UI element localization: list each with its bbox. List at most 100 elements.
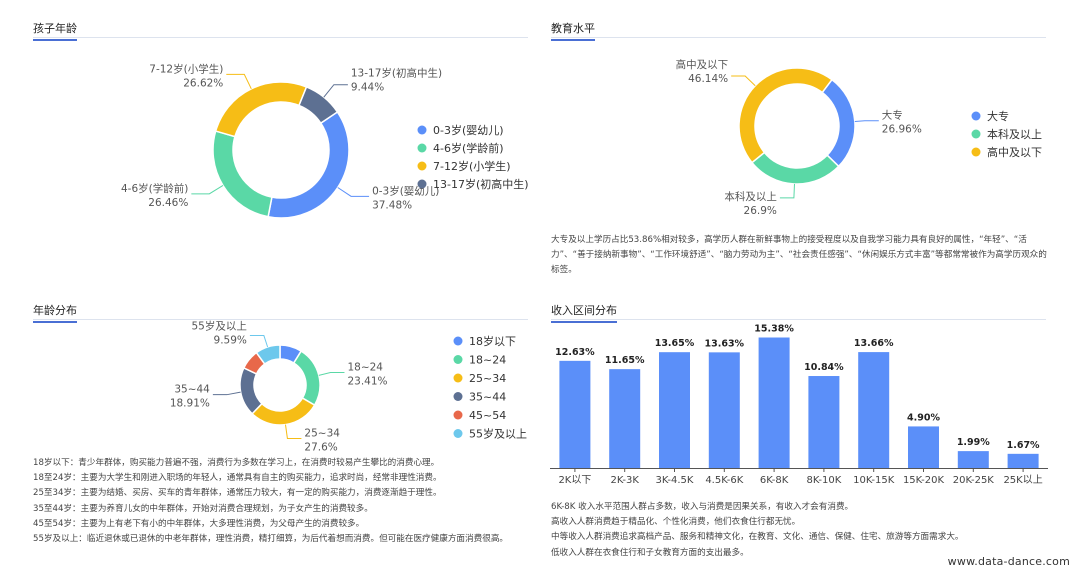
legend-marker xyxy=(417,125,427,135)
pie-slice xyxy=(267,110,350,219)
description-line: 18岁以下：青少年群体，购买能力普遍不强，消费行为多数在学习上，在消费时较易产生… xyxy=(33,458,440,468)
legend-marker xyxy=(971,129,981,139)
description-line: 45至54岁：主要为上有老下有小的中年群体，大多理性消费，为父母产生的消费较多。 xyxy=(33,518,365,529)
watermark: www.data-dance.com xyxy=(947,555,1070,568)
bar-value-label: 13.66% xyxy=(854,338,894,349)
legend-marker xyxy=(417,143,427,153)
pie-slice xyxy=(251,397,316,426)
income-bar xyxy=(708,352,740,468)
age-dist-description: 18岁以下：青少年群体，购买能力普遍不强，消费行为多数在学习上，在消费时较易产生… xyxy=(33,456,528,547)
legend-label: 7-12岁(小学生) xyxy=(433,159,511,173)
bar-value-label: 15.38% xyxy=(754,324,794,335)
slice-label: 55岁及以上 xyxy=(192,320,247,333)
legend-marker xyxy=(453,392,463,401)
slice-label: 0-3岁(婴幼儿) xyxy=(372,184,439,197)
label-leader xyxy=(779,183,795,199)
income-bar xyxy=(808,376,840,468)
legend-label: 13-17岁(初高中生) xyxy=(433,177,529,191)
pie-slice xyxy=(239,366,263,415)
pie-slice xyxy=(821,78,856,168)
bar-value-label: 13.63% xyxy=(705,338,745,349)
legend-marker xyxy=(453,410,463,420)
x-tick-label: 20K-25K xyxy=(953,475,995,486)
pie-slice xyxy=(738,67,833,164)
bar-value-label: 10.84% xyxy=(804,362,844,373)
income-bar xyxy=(609,369,641,468)
legend-label: 55岁及以上 xyxy=(469,427,527,441)
slice-label: 13-17岁(初高中生) xyxy=(351,67,442,80)
x-tick-label: 3K-4.5K xyxy=(656,475,694,486)
legend-label: 25~34 xyxy=(469,372,506,385)
income-bar xyxy=(858,352,890,468)
slice-label: 35~44 xyxy=(174,384,210,396)
bar-value-label: 11.65% xyxy=(605,355,645,366)
slice-label: 大专 xyxy=(882,109,903,122)
label-leader xyxy=(191,185,224,195)
slice-label: 7-12岁(小学生) xyxy=(149,62,223,75)
label-leader xyxy=(212,391,241,396)
slice-label: 本科及以上 xyxy=(724,190,777,203)
legend-marker xyxy=(453,336,463,346)
legend-marker xyxy=(417,161,427,171)
label-leader xyxy=(323,84,348,98)
legend-marker xyxy=(453,373,463,383)
label-leader xyxy=(337,187,370,197)
x-tick-label: 25K以上 xyxy=(1003,474,1042,486)
income-bar xyxy=(559,360,591,468)
education-description: 大专及以上学历占比53.86%相对较多，高学历人群在新鲜事物上的接受程度以及自我… xyxy=(551,233,1051,279)
slice-value-label: 26.62% xyxy=(183,77,223,89)
x-tick-label: 15K-20K xyxy=(903,475,945,486)
x-tick-label: 6K-8K xyxy=(760,475,789,486)
legend-label: 45~54 xyxy=(469,409,506,422)
label-leader xyxy=(284,424,302,439)
description-line: 高收入人群消费趋于精品化、个性化消费，他们衣食住行都无忧。 xyxy=(551,517,801,528)
slice-label: 高中及以下 xyxy=(676,58,729,71)
legend-label: 高中及以下 xyxy=(987,145,1042,159)
legend-label: 18岁以下 xyxy=(469,334,516,348)
legend-marker xyxy=(453,355,463,364)
bar-value-label: 1.67% xyxy=(1007,440,1040,451)
slice-value-label: 46.14% xyxy=(688,73,728,85)
slice-value-label: 37.48% xyxy=(372,199,412,211)
label-leader xyxy=(731,75,756,87)
legend-marker xyxy=(453,429,463,438)
legend-label: 18~24 xyxy=(469,354,506,367)
slice-value-label: 23.41% xyxy=(347,375,387,387)
legend-marker xyxy=(971,111,981,121)
child-age-panel: 孩子年龄 0-3岁(婴幼儿) 37.48% 4-6岁(学龄前) 26.46% 7-12岁… xyxy=(0,0,540,290)
description-line: 55岁及以上：临近退休或已退休的中老年群体，理性消费，精打细算，为后代着想而消费… xyxy=(33,534,509,545)
slice-value-label: 9.59% xyxy=(214,335,247,347)
slice-label: 18~24 xyxy=(347,361,383,373)
x-tick-label: 8K-10K xyxy=(807,475,842,486)
description-line: 中等收入人群消费追求高档产品、服务和精神文化，在教育、文化、通信、保健、住宅、旅… xyxy=(551,532,964,543)
legend-marker xyxy=(417,179,427,189)
x-tick-label: 2K以下 xyxy=(558,475,591,486)
pie-slice xyxy=(292,350,321,407)
child-age-chart: 0-3岁(婴幼儿) 37.48% 4-6岁(学龄前) 26.46% 7-12岁(小学生)… xyxy=(121,62,529,219)
income-bar xyxy=(1007,453,1039,468)
education-panel: 教育水平 大专 26.96% 本科及以上 26.9% 高中及以下 46.14% 大专 本科及以… xyxy=(540,0,1080,290)
income-bar xyxy=(758,337,790,468)
legend-label: 0-3岁(婴幼儿) xyxy=(433,123,504,137)
description-line: 18至24岁：主要为大学生和刚进入职场的年轻人，通常具有自主的购买能力，追求时尚… xyxy=(33,473,442,484)
label-leader xyxy=(854,120,879,122)
bar-value-label: 13.65% xyxy=(655,338,695,349)
legend-marker xyxy=(971,147,981,157)
pie-slice xyxy=(750,151,840,185)
income-bar xyxy=(908,426,939,468)
description-line: 大专及以上学历占比53.86%相对较多，高学历人群在新鲜事物上的接受程度以及自我… xyxy=(551,235,1047,276)
income-bar xyxy=(659,352,690,468)
slice-value-label: 26.46% xyxy=(148,197,188,209)
legend-label: 4-6岁(学龄前) xyxy=(433,141,504,155)
slice-value-label: 18.91% xyxy=(170,398,210,410)
slice-label: 4-6岁(学龄前) xyxy=(121,182,188,195)
income-panel: 收入区间分布 12.63% 2K以下 11.65% 2K-3K 13.65% 3K-4.5… xyxy=(540,290,1080,574)
label-leader xyxy=(318,371,345,376)
slice-label: 25~34 xyxy=(304,427,340,439)
x-tick-label: 4.5K-6K xyxy=(705,475,743,486)
pie-slice xyxy=(212,130,273,218)
x-tick-label: 10K-15K xyxy=(853,475,895,486)
bar-value-label: 12.63% xyxy=(555,347,595,358)
x-tick-label: 2K-3K xyxy=(610,475,639,486)
income-description: 6K-8K 收入水平范围人群占多数，收入与消费是因果关系，有收入才会有消费。 高… xyxy=(551,500,1051,561)
